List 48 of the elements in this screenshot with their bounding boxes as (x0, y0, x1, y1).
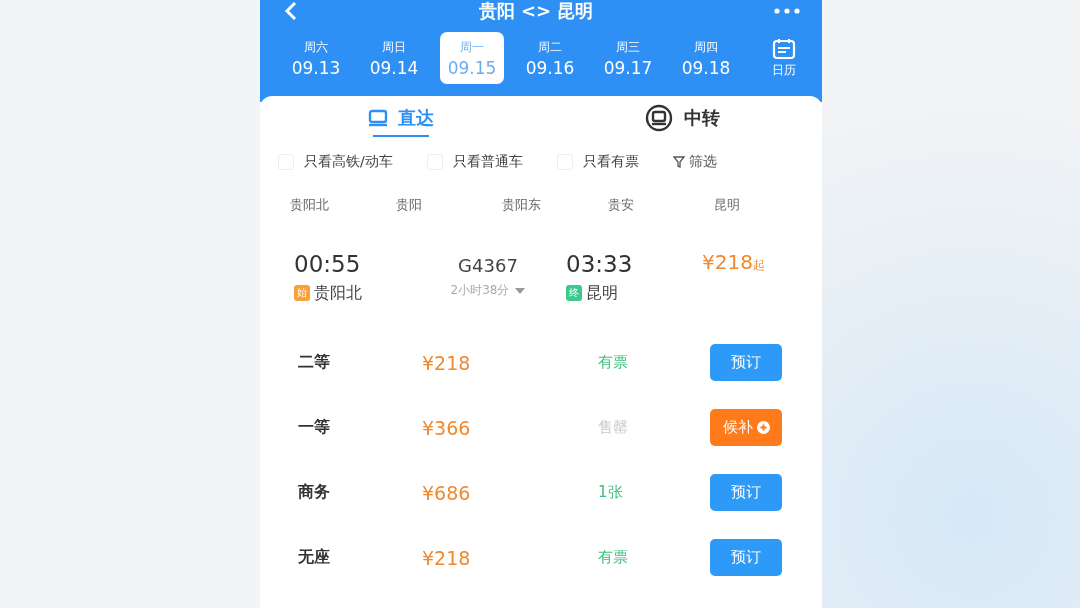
plus-icon (756, 421, 770, 434)
seat-price: ¥218 (422, 351, 472, 374)
station-filter[interactable]: 昆明 (714, 196, 820, 214)
seat-class: 商务 (298, 482, 331, 503)
seat-availability: 1张 (598, 483, 624, 502)
seat-price: ¥366 (422, 416, 472, 439)
seat-class: 无座 (298, 547, 331, 568)
seat-class: 一等 (298, 417, 331, 438)
calendar-icon (772, 37, 796, 60)
seat-price: ¥218 (422, 546, 472, 569)
book-button[interactable]: 预订 (710, 474, 782, 511)
date-tab[interactable]: 周四 09.18 (674, 32, 738, 84)
filter-checkbox[interactable]: 只看普通车 (426, 153, 523, 171)
seat-availability: 有票 (598, 548, 629, 567)
caret-icon (515, 287, 526, 294)
lowest-price: ¥218起 (702, 250, 765, 274)
departure-station: 贵阳北 (314, 282, 362, 304)
filter-icon (672, 156, 685, 168)
arrival-time: 03:33 (566, 250, 633, 277)
seat-class: 二等 (298, 352, 331, 373)
train-number: G4367 (458, 255, 518, 276)
page-title: 贵阳 <> 昆明 (478, 0, 594, 23)
seat-price: ¥686 (422, 481, 472, 504)
end-badge: 终 (566, 285, 582, 301)
filter-button[interactable]: 筛选 (672, 153, 717, 171)
book-button[interactable]: 预订 (710, 344, 782, 381)
filter-checkbox[interactable]: 只看高铁/动车 (278, 153, 393, 171)
seat-availability: 有票 (598, 353, 629, 372)
station-filter[interactable]: 贵阳北 (290, 196, 396, 214)
date-tab[interactable]: 周三 09.17 (596, 32, 660, 84)
station-filter[interactable]: 贵安 (608, 196, 714, 214)
waitlist-button[interactable]: 候补 (710, 409, 782, 446)
calendar-button[interactable]: 日历 (772, 37, 796, 79)
station-filter[interactable]: 贵阳 (396, 196, 502, 214)
filter-checkbox[interactable]: 只看有票 (556, 153, 639, 171)
date-tab[interactable]: 周六 09.13 (284, 32, 348, 84)
departure-time: 00:55 (294, 250, 361, 277)
start-badge: 始 (294, 285, 310, 301)
date-tab[interactable]: 周二 09.16 (518, 32, 582, 84)
more-icon[interactable] (774, 8, 800, 14)
date-tab[interactable]: 周一 09.15 (440, 32, 504, 84)
book-button[interactable]: 预订 (710, 539, 782, 576)
date-tab[interactable]: 周日 09.14 (362, 32, 426, 84)
station-filter[interactable]: 贵阳东 (502, 196, 608, 214)
back-icon[interactable] (284, 1, 298, 21)
arrival-station: 昆明 (586, 282, 618, 304)
mode-tab[interactable]: 中转 (541, 96, 822, 140)
duration-toggle[interactable]: 2小时38分 (450, 282, 526, 299)
